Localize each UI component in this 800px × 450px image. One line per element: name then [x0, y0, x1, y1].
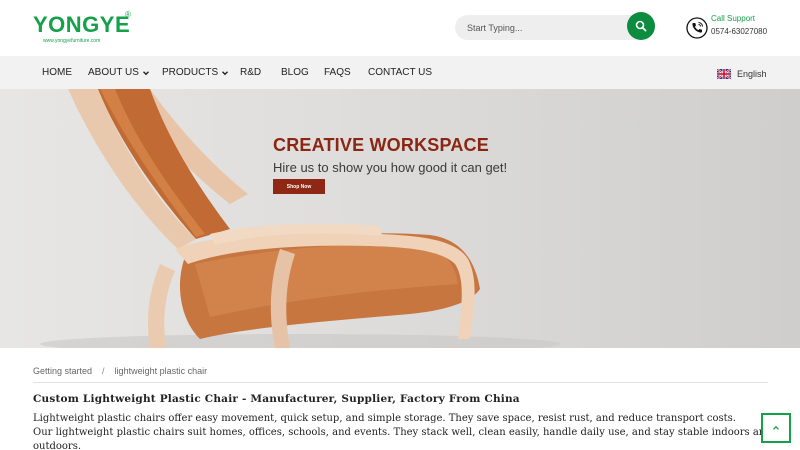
- divider: [33, 382, 768, 383]
- nav-item-r-and-d[interactable]: R&D: [240, 67, 261, 78]
- breadcrumb: Getting started / lightweight plastic ch…: [33, 366, 207, 376]
- logo[interactable]: YONGYE ® www.yongyefurniture.com: [33, 10, 143, 48]
- language-label: English: [737, 69, 767, 79]
- page-title: Custom Lightweight Plastic Chair - Manuf…: [33, 393, 520, 405]
- nav-item-blog[interactable]: BLOG: [281, 67, 309, 78]
- uk-flag-icon: [717, 69, 731, 79]
- chevron-down-icon: [142, 70, 149, 75]
- phone-icon: [686, 17, 708, 39]
- nav-item-faqs[interactable]: FAQS: [324, 67, 351, 78]
- nav-item-home[interactable]: HOME: [42, 67, 72, 78]
- search-button[interactable]: [627, 12, 655, 40]
- logo-url: www.yongyefurniture.com: [43, 38, 101, 44]
- hero-title: CREATIVE WORKSPACE: [273, 135, 489, 155]
- breadcrumb-separator: /: [102, 366, 105, 376]
- nav-item-about-us[interactable]: ABOUT US: [88, 67, 150, 78]
- breadcrumb-home[interactable]: Getting started: [33, 366, 92, 376]
- nav-item-label: PRODUCTS: [162, 67, 219, 78]
- hero-subtitle: Hire us to show you how good it can get!: [273, 160, 508, 175]
- intro-paragraph: Lightweight plastic chairs offer easy mo…: [33, 413, 736, 424]
- breadcrumb-current: lightweight plastic chair: [114, 366, 208, 376]
- search-bar: [455, 15, 655, 40]
- nav-item-label: FAQS: [324, 67, 351, 78]
- nav-item-label: BLOG: [281, 67, 309, 78]
- nav-item-label: HOME: [42, 67, 72, 78]
- nav-item-label: R&D: [240, 67, 262, 78]
- language-selector[interactable]: English: [717, 69, 767, 79]
- back-to-top-button[interactable]: [761, 413, 791, 443]
- nav-item-contact-us[interactable]: CONTACT US: [368, 67, 432, 78]
- intro-paragraph: Our lightweight plastic chairs suit home…: [33, 427, 772, 450]
- support-phone[interactable]: 0574-63027080: [711, 27, 767, 36]
- support-label: Call Support: [711, 14, 756, 23]
- chair-image: [40, 89, 560, 348]
- site-header: YONGYE ® www.yongyefurniture.com Call Su…: [0, 0, 800, 56]
- hero-banner: CREATIVE WORKSPACE Hire us to show you h…: [0, 89, 800, 348]
- search-icon: [635, 20, 647, 32]
- nav-item-label: ABOUT US: [88, 67, 139, 78]
- search-input[interactable]: [467, 15, 627, 40]
- chevron-down-icon: [222, 70, 229, 75]
- registered-mark: ®: [125, 10, 131, 19]
- nav-item-label: CONTACT US: [368, 67, 433, 78]
- logo-text: YONGYE: [33, 12, 131, 37]
- nav-item-products[interactable]: PRODUCTS: [162, 67, 229, 78]
- shop-now-button[interactable]: Shop Now: [273, 179, 325, 194]
- main-nav: HOME ABOUT US PRODUCTS R&D BLOG FAQS CON…: [0, 56, 800, 89]
- chevron-up-icon: [773, 425, 779, 430]
